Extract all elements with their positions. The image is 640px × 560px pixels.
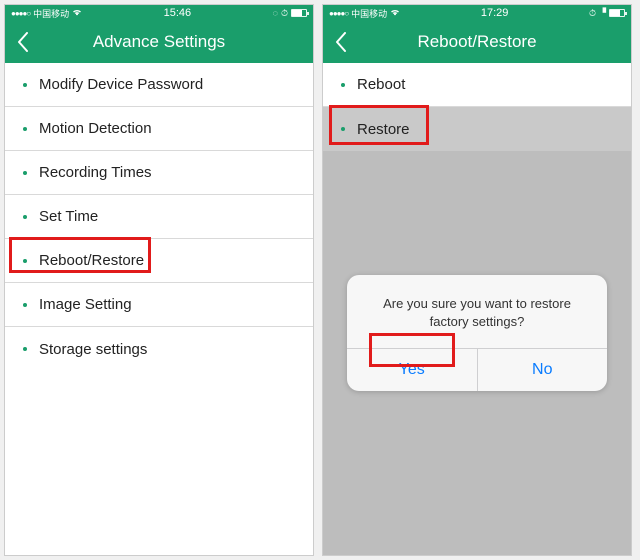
- alert-no-label: No: [532, 361, 552, 379]
- row-reboot[interactable]: Reboot: [323, 63, 631, 107]
- battery-icon: [609, 9, 625, 17]
- page-title: Advance Settings: [93, 32, 225, 52]
- back-button[interactable]: [329, 30, 353, 54]
- wifi-icon: [390, 8, 400, 18]
- row-label: Set Time: [39, 208, 98, 225]
- alert-buttons: Yes No: [347, 348, 607, 391]
- alert-yes-label: Yes: [399, 361, 425, 379]
- alert-yes-button[interactable]: Yes: [347, 349, 477, 391]
- settings-list: Modify Device Password Motion Detection …: [5, 63, 313, 371]
- row-label: Modify Device Password: [39, 76, 203, 93]
- nav-bar: Advance Settings: [5, 21, 313, 63]
- back-button[interactable]: [11, 30, 35, 54]
- bullet-icon: [23, 259, 27, 263]
- row-image-setting[interactable]: Image Setting: [5, 283, 313, 327]
- phone-right: ●●●●○ 中国移动 17:29 ⏱ ▝ Reboot/Restore Rebo…: [322, 4, 632, 556]
- row-motion-detection[interactable]: Motion Detection: [5, 107, 313, 151]
- bullet-icon: [23, 83, 27, 87]
- phone-left: ●●●●○ 中国移动 15:46 ◌ ⏱ Advance Settings Mo…: [4, 4, 314, 556]
- bullet-icon: [23, 171, 27, 175]
- status-bar: ●●●●○ 中国移动 17:29 ⏱ ▝: [323, 5, 631, 21]
- row-label: Recording Times: [39, 164, 152, 181]
- clock-label: 17:29: [481, 7, 509, 19]
- row-label: Storage settings: [39, 341, 147, 358]
- status-bar: ●●●●○ 中国移动 15:46 ◌ ⏱: [5, 5, 313, 21]
- loading-icon: ◌: [273, 8, 278, 18]
- row-recording-times[interactable]: Recording Times: [5, 151, 313, 195]
- signal-dots-icon: ●●●●○: [329, 9, 348, 18]
- signal-dots-icon: ●●●●○: [11, 9, 30, 18]
- carrier-label: 中国移动: [33, 7, 69, 20]
- row-restore[interactable]: Restore: [323, 107, 631, 151]
- bullet-icon: [23, 127, 27, 131]
- alarm-icon: ⏱: [589, 8, 596, 19]
- alert-message: Are you sure you want to restore factory…: [347, 275, 607, 348]
- bullet-icon: [23, 303, 27, 307]
- row-modify-device-password[interactable]: Modify Device Password: [5, 63, 313, 107]
- wifi-icon: [72, 8, 82, 18]
- row-label: Restore: [357, 121, 410, 138]
- alarm-icon: ⏱: [281, 8, 288, 19]
- battery-icon: [291, 9, 307, 17]
- bullet-icon: [341, 127, 345, 131]
- row-label: Motion Detection: [39, 120, 152, 137]
- row-label: Reboot: [357, 76, 405, 93]
- chevron-left-icon: [334, 32, 348, 52]
- clock-label: 15:46: [164, 7, 192, 19]
- confirm-alert: Are you sure you want to restore factory…: [347, 275, 607, 391]
- alert-no-button[interactable]: No: [477, 349, 608, 391]
- bullet-icon: [23, 347, 27, 351]
- carrier-label: 中国移动: [351, 7, 387, 20]
- row-label: Image Setting: [39, 296, 132, 313]
- row-label: Reboot/Restore: [39, 252, 144, 269]
- reboot-restore-list: Reboot Restore: [323, 63, 631, 151]
- nav-bar: Reboot/Restore: [323, 21, 631, 63]
- row-reboot-restore[interactable]: Reboot/Restore: [5, 239, 313, 283]
- row-set-time[interactable]: Set Time: [5, 195, 313, 239]
- row-storage-settings[interactable]: Storage settings: [5, 327, 313, 371]
- page-title: Reboot/Restore: [417, 32, 536, 52]
- chevron-left-icon: [16, 32, 30, 52]
- orientation-icon: ▝: [599, 8, 606, 19]
- bullet-icon: [341, 83, 345, 87]
- bullet-icon: [23, 215, 27, 219]
